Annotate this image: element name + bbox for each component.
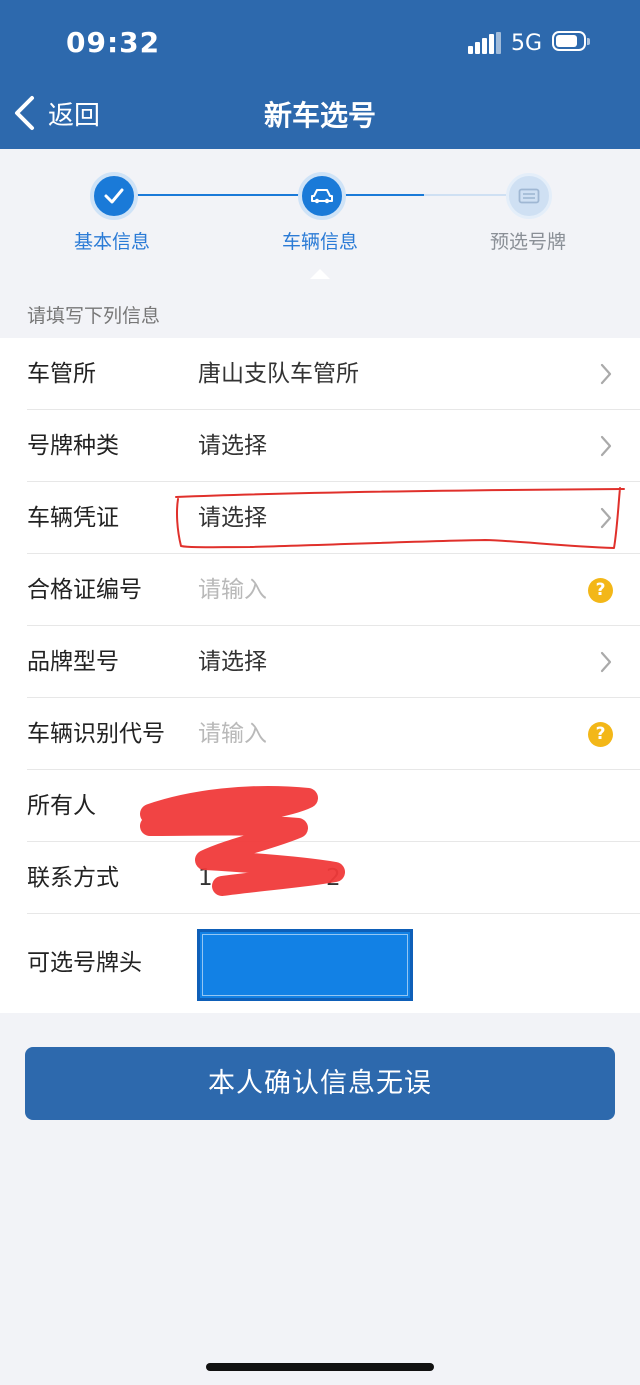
chevron-right-icon	[600, 651, 612, 673]
certificate-number-input[interactable]: 请输入	[198, 554, 267, 626]
status-time: 09:32	[66, 26, 161, 59]
brand-model-value: 请选择	[198, 649, 267, 675]
field-owner: 所有人	[0, 770, 640, 842]
step-line-pending	[424, 194, 506, 196]
chevron-right-icon	[600, 363, 612, 385]
field-label: 车辆凭证	[27, 505, 119, 531]
help-icon[interactable]: ?	[588, 578, 613, 603]
field-label: 联系方式	[27, 865, 119, 891]
vin-input[interactable]: 请输入	[198, 698, 267, 770]
chevron-right-icon	[600, 435, 612, 457]
field-label: 品牌型号	[27, 649, 119, 675]
field-label: 车管所	[27, 361, 96, 387]
form-hint: 请填写下列信息	[27, 305, 161, 327]
chevron-right-icon	[600, 507, 612, 529]
step-line-progress	[340, 194, 424, 196]
checkmark-icon	[104, 188, 124, 204]
field-label: 号牌种类	[27, 433, 119, 459]
field-label: 合格证编号	[27, 577, 142, 603]
step-3-circle	[506, 173, 552, 219]
confirm-info-button[interactable]: 本人确认信息无误	[25, 1047, 615, 1120]
network-type: 5G	[511, 31, 543, 56]
field-vehicle-certificate[interactable]: 车辆凭证 请选择	[0, 482, 640, 554]
field-certificate-number[interactable]: 合格证编号 请输入 ?	[0, 554, 640, 626]
app-header: 09:32 5G 返回 新车选号	[0, 0, 640, 149]
step-line-done	[134, 194, 300, 196]
current-step-pointer	[310, 269, 330, 279]
field-brand-model[interactable]: 品牌型号 请选择	[0, 626, 640, 698]
field-plate-type[interactable]: 号牌种类 请选择	[0, 410, 640, 482]
battery-icon	[552, 31, 590, 53]
step-1-circle	[90, 172, 138, 220]
plate-type-value: 请选择	[198, 433, 267, 459]
step-indicator: 基本信息 车辆信息 预选号牌	[0, 149, 640, 289]
vehicle-certificate-value: 请选择	[198, 505, 267, 531]
step-3-label: 预选号牌	[489, 231, 566, 253]
step-1-label: 基本信息	[73, 231, 150, 253]
field-label: 车辆识别代号	[27, 721, 165, 747]
contact-value-end: 2	[326, 865, 341, 891]
home-indicator	[206, 1363, 434, 1371]
contact-value-start: 1	[198, 865, 213, 891]
vehicle-info-form: 车管所 唐山支队车管所 号牌种类 请选择 车辆凭证 请选择 合格证编号 请输入 …	[0, 338, 640, 1013]
car-icon	[311, 189, 333, 204]
plate-prefix-selector[interactable]	[197, 929, 413, 1001]
vehicle-office-value: 唐山支队车管所	[198, 361, 359, 387]
field-label: 可选号牌头	[27, 950, 142, 976]
step-2-circle	[298, 172, 346, 220]
field-vehicle-office[interactable]: 车管所 唐山支队车管所	[0, 338, 640, 410]
field-vin[interactable]: 车辆识别代号 请输入 ?	[0, 698, 640, 770]
help-icon[interactable]: ?	[588, 722, 613, 747]
page-title: 新车选号	[263, 99, 376, 132]
field-label: 所有人	[27, 793, 96, 819]
step-2-label: 车辆信息	[281, 231, 358, 253]
license-plate-icon	[518, 188, 540, 204]
field-contact: 联系方式 1 2	[0, 842, 640, 914]
signal-strength-icon	[468, 32, 502, 54]
